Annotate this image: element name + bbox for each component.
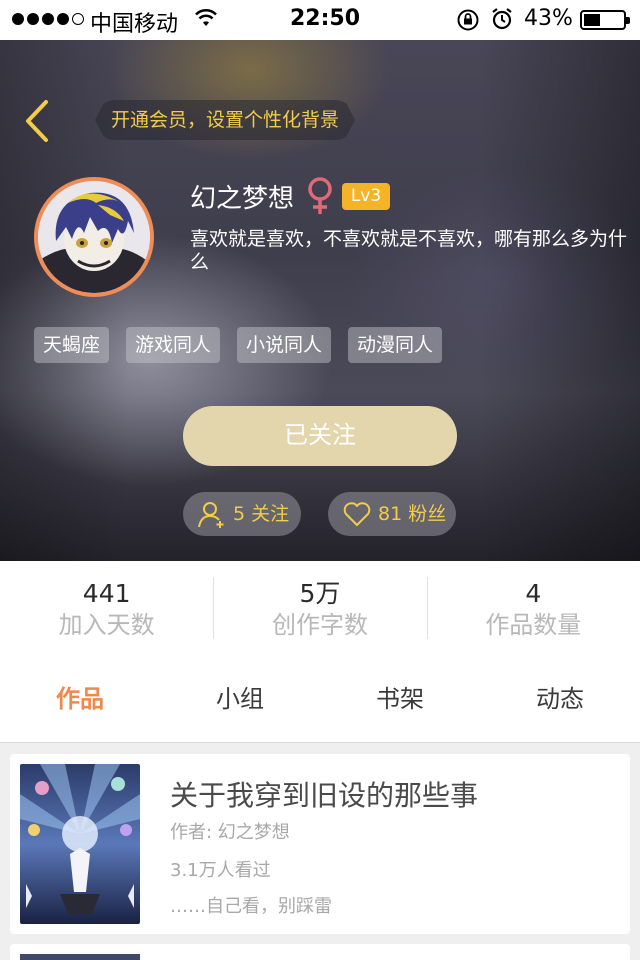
work-card[interactable]: [10, 944, 630, 960]
clock: 22:50: [290, 6, 361, 31]
alarm-icon: [490, 7, 514, 37]
bio-text: 喜欢就是喜欢，不喜欢就是不喜欢，哪有那么多为什么: [190, 228, 628, 273]
follow-button[interactable]: 已关注: [183, 406, 457, 466]
tab-activity[interactable]: 动态: [480, 661, 640, 742]
female-icon: [306, 176, 334, 220]
avatar[interactable]: [34, 177, 154, 297]
work-cover-image[interactable]: [20, 764, 140, 924]
chevron-left-icon: [26, 100, 48, 142]
tag-list: 天蝎座 游戏同人 小说同人 动漫同人: [34, 327, 443, 363]
tab-bookshelf[interactable]: 书架: [320, 661, 480, 742]
work-author: 作者: 幻之梦想: [170, 822, 290, 843]
signal-strength-icon: [12, 13, 84, 25]
level-badge: Lv3: [342, 183, 390, 210]
back-button[interactable]: [18, 96, 58, 146]
fans-label: 81 粉丝: [378, 503, 447, 525]
fans-count-button[interactable]: 81 粉丝: [328, 492, 456, 536]
tab-groups[interactable]: 小组: [160, 661, 320, 742]
work-card[interactable]: 关于我穿到旧设的那些事 作者: 幻之梦想 3.1万人看过 ……自己看，别踩雷: [10, 754, 630, 934]
carrier-name: 中国移动: [90, 12, 179, 37]
battery-icon: [580, 10, 630, 30]
stat-label: 创作字数: [271, 611, 368, 639]
stat-word-count: 5万 创作字数: [213, 561, 426, 661]
tag-item[interactable]: 小说同人: [237, 327, 332, 363]
following-count-button[interactable]: 5 关注: [183, 492, 301, 536]
stat-label: 作品数量: [485, 611, 582, 639]
battery-percent: 43%: [524, 6, 573, 31]
tag-item[interactable]: 游戏同人: [126, 327, 221, 363]
work-title[interactable]: 关于我穿到旧设的那些事: [170, 774, 478, 814]
heart-icon: [343, 502, 371, 526]
stat-join-days: 441 加入天数: [0, 561, 213, 661]
work-description: ……自己看，别踩雷: [170, 896, 332, 914]
wifi-icon: [194, 8, 218, 34]
stat-label: 加入天数: [58, 611, 155, 639]
work-cover-image[interactable]: [20, 954, 140, 960]
stat-value: 441: [82, 579, 131, 608]
following-label: 5 关注: [233, 503, 290, 525]
nickname: 幻之梦想: [190, 184, 295, 214]
tag-item[interactable]: 天蝎座: [34, 327, 110, 363]
stat-value: 4: [525, 579, 542, 608]
status-bar: 中国移动 22:50 43%: [0, 0, 640, 40]
user-add-icon: [198, 502, 224, 528]
stats-bar: 441 加入天数 5万 创作字数 4 作品数量: [0, 561, 640, 661]
work-view-count: 3.1万人看过: [170, 860, 271, 881]
tab-works[interactable]: 作品: [0, 661, 160, 742]
rotation-lock-icon: [456, 8, 480, 38]
vip-banner-link[interactable]: 开通会员，设置个性化背景: [95, 100, 356, 140]
stat-value: 5万: [299, 579, 341, 608]
stat-work-count: 4 作品数量: [426, 561, 640, 661]
tag-item[interactable]: 动漫同人: [348, 327, 443, 363]
profile-tabs: 作品 小组 书架 动态: [0, 661, 640, 743]
